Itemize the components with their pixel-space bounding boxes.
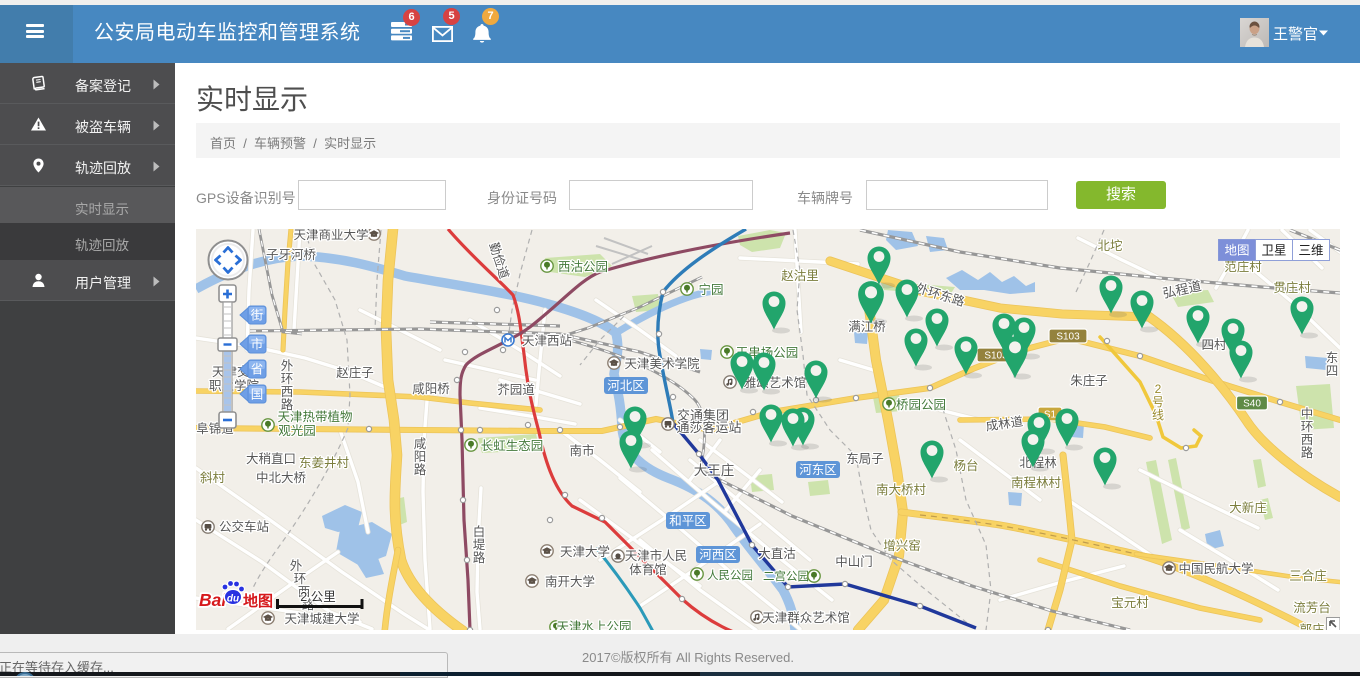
svg-text:中山门: 中山门 (835, 554, 873, 569)
svg-text:三维: 三维 (1298, 244, 1323, 258)
svg-text:天津美术学院: 天津美术学院 (624, 356, 700, 371)
svg-text:朱庄子: 朱庄子 (1070, 373, 1108, 388)
svg-text:天津大学: 天津大学 (560, 544, 610, 559)
svg-text:三合庄: 三合庄 (1289, 568, 1327, 583)
svg-text:环: 环 (281, 372, 294, 386)
svg-text:南大桥村: 南大桥村 (876, 482, 927, 497)
svg-text:卫星: 卫星 (1261, 244, 1286, 258)
svg-text:南市: 南市 (569, 443, 594, 458)
svg-text:南开大学: 南开大学 (545, 574, 595, 589)
svg-text:S103: S103 (1056, 332, 1080, 343)
svg-text:东姜井村: 东姜井村 (299, 455, 350, 470)
svg-text:中北大桥: 中北大桥 (256, 470, 307, 485)
svg-text:地图: 地图 (243, 592, 273, 610)
svg-text:四: 四 (1326, 364, 1339, 378)
svg-text:天津市人民: 天津市人民 (625, 548, 688, 563)
svg-text:线: 线 (1152, 408, 1164, 422)
svg-text:西: 西 (281, 385, 294, 399)
svg-text:2: 2 (1155, 382, 1162, 396)
svg-text:宝元村: 宝元村 (1111, 596, 1149, 610)
svg-text:二宫公园: 二宫公园 (763, 569, 809, 583)
svg-text:赵沽里: 赵沽里 (781, 269, 819, 283)
svg-text:大稍直口: 大稍直口 (246, 452, 296, 466)
svg-text:北坨: 北坨 (1097, 238, 1122, 253)
svg-text:芥园道: 芥园道 (497, 383, 535, 397)
svg-text:河东区: 河东区 (799, 463, 837, 477)
svg-text:南程林村: 南程林村 (1011, 475, 1062, 490)
svg-text:通莎客运站: 通莎客运站 (676, 420, 741, 435)
svg-text:流芳台: 流芳台 (1293, 600, 1331, 615)
svg-text:Bai: Bai (199, 590, 227, 610)
svg-text:中: 中 (1301, 406, 1314, 421)
svg-text:白: 白 (473, 524, 486, 539)
svg-text:咸阳桥: 咸阳桥 (412, 382, 450, 396)
svg-text:体育馆: 体育馆 (629, 562, 667, 577)
svg-text:咸: 咸 (414, 437, 427, 451)
svg-text:贯庄村: 贯庄村 (1273, 280, 1311, 295)
svg-text:路: 路 (1301, 445, 1314, 460)
svg-text:外: 外 (281, 359, 294, 373)
svg-text:阳: 阳 (414, 450, 427, 464)
svg-text:长虹生态园: 长虹生态园 (481, 439, 544, 453)
svg-text:河北区: 河北区 (607, 379, 645, 393)
svg-text:桥园公园: 桥园公园 (896, 398, 946, 412)
svg-text:河西区: 河西区 (699, 548, 737, 562)
svg-text:路: 路 (414, 462, 427, 477)
svg-text:大直沽: 大直沽 (758, 547, 796, 561)
svg-text:杨台: 杨台 (953, 458, 978, 473)
svg-text:和平区: 和平区 (669, 514, 707, 528)
svg-text:人民公园: 人民公园 (707, 569, 753, 582)
svg-text:地图: 地图 (1224, 244, 1249, 258)
svg-text:2 公里: 2 公里 (300, 590, 335, 604)
svg-text:du: du (227, 594, 239, 605)
svg-text:路: 路 (473, 550, 486, 565)
svg-text:市: 市 (251, 337, 264, 352)
svg-text:大新庄: 大新庄 (1229, 500, 1267, 515)
svg-text:赵庄子: 赵庄子 (336, 365, 374, 380)
svg-text:堤: 堤 (473, 538, 486, 552)
svg-text:省: 省 (251, 363, 264, 377)
svg-text:S40: S40 (1243, 399, 1261, 410)
svg-text:环: 环 (294, 572, 307, 586)
svg-text:雅颂艺术馆: 雅颂艺术馆 (744, 375, 807, 390)
svg-text:范庄村: 范庄村 (1224, 259, 1262, 274)
svg-text:子牙河桥: 子牙河桥 (266, 248, 317, 262)
svg-text:天津商业大学: 天津商业大学 (293, 229, 368, 242)
svg-text:西: 西 (1301, 433, 1314, 447)
svg-text:天津城建大学: 天津城建大学 (284, 611, 359, 626)
svg-text:观光园: 观光园 (278, 424, 316, 438)
svg-text:天津群众艺术馆: 天津群众艺术馆 (762, 610, 850, 625)
svg-text:国: 国 (251, 388, 264, 402)
svg-text:天津水上公园: 天津水上公园 (556, 620, 631, 630)
svg-text:号: 号 (1152, 395, 1164, 409)
svg-text:公交车站: 公交车站 (219, 519, 269, 534)
svg-text:斜村: 斜村 (200, 471, 226, 485)
svg-text:外: 外 (290, 559, 303, 573)
svg-text:路: 路 (281, 397, 294, 412)
svg-text:宁园: 宁园 (698, 282, 723, 297)
svg-text:西沽公园: 西沽公园 (558, 260, 608, 274)
svg-text:东局子: 东局子 (846, 452, 884, 466)
svg-text:大王庄: 大王庄 (694, 462, 735, 478)
svg-text:增兴窑: 增兴窑 (883, 538, 921, 553)
svg-text:郭庄: 郭庄 (1299, 622, 1324, 630)
svg-text:街: 街 (251, 309, 264, 323)
svg-text:东: 东 (1326, 351, 1339, 365)
svg-text:天津西站: 天津西站 (522, 334, 572, 348)
svg-text:环: 环 (1301, 420, 1314, 434)
svg-text:中国民航大学: 中国民航大学 (1178, 561, 1253, 576)
